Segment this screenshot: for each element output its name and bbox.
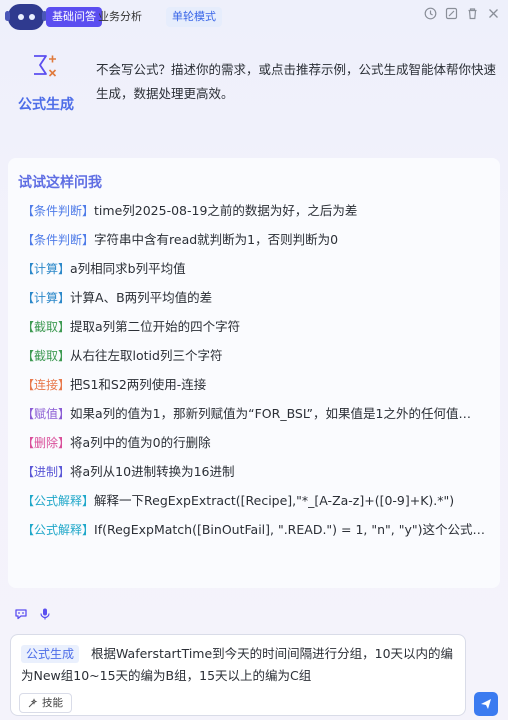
- suggestion-tag: 【截取】: [22, 320, 71, 334]
- suggestion-text: 计算A、B两列平均值的差: [70, 290, 213, 305]
- suggestion-tag: 【截取】: [22, 349, 71, 363]
- tab-single-turn-mode[interactable]: 单轮模式: [166, 7, 222, 27]
- suggestions-card: 试试这样问我 【条件判断】time列2025-08-19之前的数据为好，之后为差…: [8, 158, 500, 588]
- message-input-text[interactable]: 根据WaferstartTime到今天的时间间隔进行分组，10天以内的编为New…: [21, 643, 461, 687]
- assistant-logo: [5, 4, 47, 30]
- suggestion-text: time列2025-08-19之前的数据为好，之后为差: [94, 203, 358, 218]
- send-button[interactable]: [474, 692, 498, 716]
- suggestion-tag: 【公式解释】: [22, 494, 95, 508]
- suggestion-item[interactable]: 【条件判断】字符串中含有read就判断为1，否则判断为0: [22, 229, 492, 251]
- history-icon[interactable]: [424, 7, 437, 20]
- tab-business-analysis[interactable]: 业务分析: [92, 7, 148, 27]
- suggestion-item[interactable]: 【公式解释】If(RegExpMatch([BinOutFail], ".REA…: [22, 519, 492, 541]
- suggestion-item[interactable]: 【计算】a列相同求b列平均值: [22, 258, 492, 280]
- agent-switch-icon[interactable]: [14, 607, 28, 621]
- suggestion-item[interactable]: 【赋值】如果a列的值为1，那新列赋值为“FOR_BSL”，如果值是1之外的任何值…: [22, 403, 492, 425]
- suggestion-item[interactable]: 【条件判断】time列2025-08-19之前的数据为好，之后为差: [22, 200, 492, 222]
- microphone-icon[interactable]: [38, 607, 52, 621]
- top-icon-group: [424, 7, 500, 20]
- suggestion-text: If(RegExpMatch([BinOutFail], ".READ.") =…: [94, 522, 492, 537]
- new-chat-icon[interactable]: [445, 7, 458, 20]
- suggestion-text: 字符串中含有read就判断为1，否则判断为0: [94, 232, 339, 247]
- suggestion-tag: 【计算】: [22, 291, 71, 305]
- suggestion-item[interactable]: 【连接】把S1和S2两列使用-连接: [22, 374, 492, 396]
- skill-icon: [28, 698, 38, 708]
- suggestion-text: 如果a列的值为1，那新列赋值为“FOR_BSL”，如果值是1之外的任何值…: [70, 406, 471, 421]
- logo-eye-left: [17, 14, 24, 20]
- suggestion-item[interactable]: 【截取】从右往左取lotid列三个字符: [22, 345, 492, 367]
- suggestions-title: 试试这样问我: [18, 175, 102, 191]
- close-icon[interactable]: [487, 7, 500, 20]
- formula-sigma-icon: [31, 52, 61, 82]
- suggestion-text: 将a列中的值为0的行删除: [70, 435, 211, 450]
- top-bar: 基础问答 业务分析 单轮模式: [0, 0, 508, 32]
- message-input[interactable]: 公式生成 根据WaferstartTime到今天的时间间隔进行分组，10天以内的…: [10, 634, 466, 716]
- logo-eye-right: [28, 14, 35, 20]
- suggestion-tag: 【删除】: [22, 436, 71, 450]
- suggestion-tag: 【赋值】: [22, 407, 71, 421]
- suggestion-tag: 【条件判断】: [22, 233, 95, 247]
- suggestion-text: 将a列从10进制转换为16进制: [70, 464, 235, 479]
- suggestion-item[interactable]: 【截取】提取a列第二位开始的四个字符: [22, 316, 492, 338]
- send-icon: [481, 699, 491, 709]
- skill-button[interactable]: 技能: [19, 693, 72, 713]
- logo-ear-left: [5, 11, 10, 21]
- agent-description: 不会写公式？描述你的需求，或点击推荐示例，公式生成智能体帮你快速生成，数据处理更…: [96, 62, 497, 101]
- suggestion-item[interactable]: 【进制】将a列从10进制转换为16进制: [22, 461, 492, 483]
- suggestion-tag: 【公式解释】: [22, 523, 95, 537]
- suggestion-tag: 【计算】: [22, 262, 71, 276]
- suggestion-item[interactable]: 【计算】计算A、B两列平均值的差: [22, 287, 492, 309]
- suggestion-tag: 【进制】: [22, 465, 71, 479]
- suggestion-text: 把S1和S2两列使用-连接: [70, 377, 207, 392]
- suggestion-text: 从右往左取lotid列三个字符: [70, 348, 223, 363]
- skill-label: 技能: [42, 697, 63, 709]
- suggestion-tag: 【条件判断】: [22, 204, 95, 218]
- agent-name: 公式生成: [18, 97, 74, 113]
- composer-tools: [14, 607, 52, 621]
- suggestion-text: 提取a列第二位开始的四个字符: [70, 319, 241, 334]
- suggestion-item[interactable]: 【删除】将a列中的值为0的行删除: [22, 432, 492, 454]
- suggestion-text: 解释一下RegExpExtract([Recipe],"*_[A-Za-z]+(…: [94, 493, 455, 508]
- delete-icon[interactable]: [466, 7, 479, 20]
- suggestion-tag: 【连接】: [22, 378, 71, 392]
- suggestion-item[interactable]: 【公式解释】解释一下RegExpExtract([Recipe],"*_[A-Z…: [22, 490, 492, 512]
- suggestion-text: a列相同求b列平均值: [70, 261, 186, 276]
